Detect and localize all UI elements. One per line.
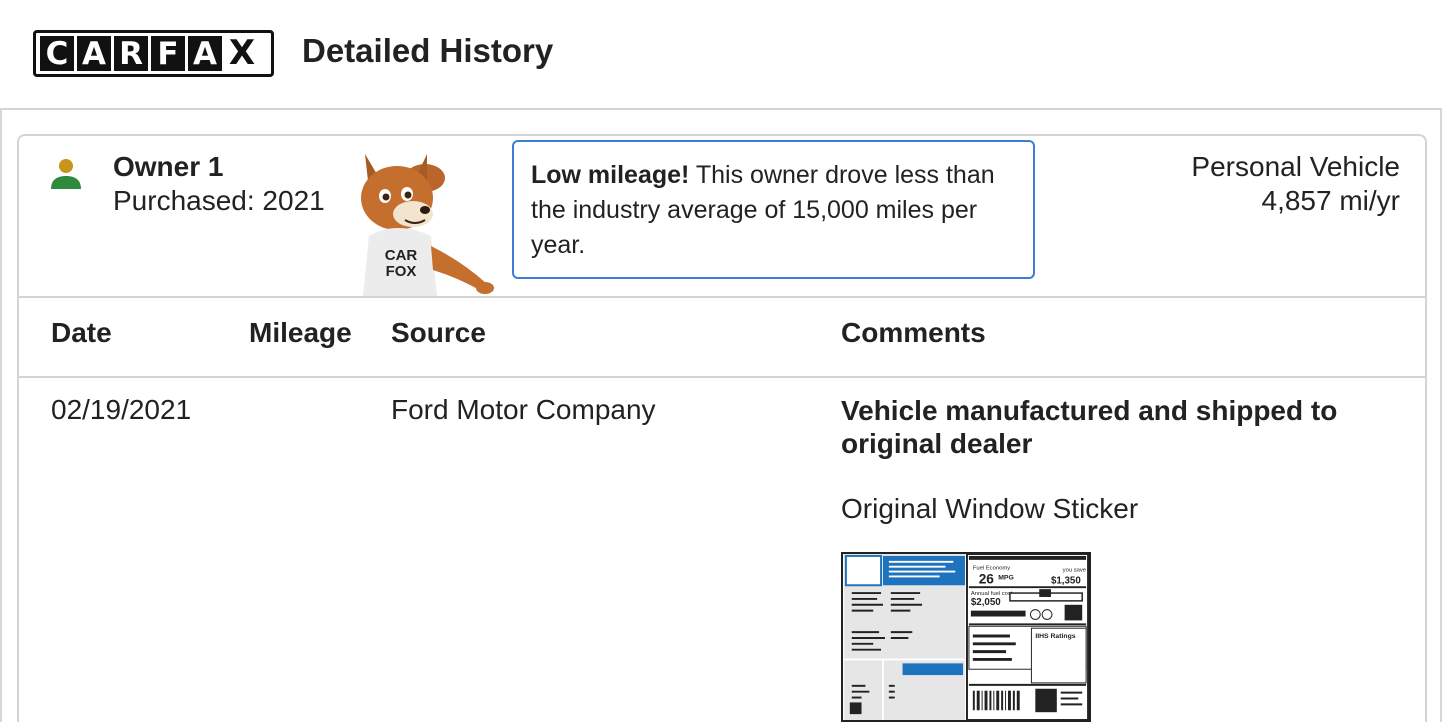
sticker-fuel-cost: $2,050 xyxy=(971,597,1001,608)
vehicle-type: Personal Vehicle xyxy=(1191,151,1400,182)
owner-purchased: Purchased: 2021 xyxy=(113,185,325,216)
table-header: Date Mileage Source Comments xyxy=(19,298,1425,378)
sticker-mpg: 26 xyxy=(979,571,995,586)
row-date: 02/19/2021 xyxy=(51,394,192,425)
sticker-save: $1,350 xyxy=(1051,575,1081,586)
logo-letter: A xyxy=(77,36,111,72)
sticker-mpg-unit: MPG xyxy=(998,574,1014,581)
sticker-save-label: you save xyxy=(1063,568,1086,574)
carfax-logo: C A R F A X xyxy=(33,30,274,77)
callout-headline: Low mileage! xyxy=(531,161,690,189)
row-comment-title: Vehicle manufactured and shipped to orig… xyxy=(841,395,1338,459)
carfox-mascot: CAR FOX xyxy=(361,154,494,296)
person-icon xyxy=(51,159,81,189)
column-header-comments[interactable]: Comments xyxy=(841,317,986,349)
window-sticker-thumbnail[interactable]: Fuel Economy 26 MPG you save $1,350 Annu… xyxy=(841,552,1091,722)
miles-per-year: 4,857 mi/yr xyxy=(1261,185,1401,216)
low-mileage-callout: Low mileage! This owner drove less than … xyxy=(512,140,1035,279)
svg-text:CAR: CAR xyxy=(385,247,418,264)
window-sticker-link[interactable]: Original Window Sticker xyxy=(841,493,1138,525)
column-header-date[interactable]: Date xyxy=(51,317,112,349)
column-header-mileage[interactable]: Mileage xyxy=(249,317,352,349)
sticker-ratings-label: IIHS Ratings xyxy=(1035,633,1075,640)
owner-name: Owner 1 xyxy=(113,151,224,182)
logo-letter: C xyxy=(40,36,74,72)
logo-letter: X xyxy=(225,33,259,73)
history-table: Date Mileage Source Comments 02/19/2021 … xyxy=(17,296,1427,722)
report-header: C A R F A X Detailed History xyxy=(0,0,1442,110)
logo-letter: A xyxy=(188,36,222,72)
logo-letter: F xyxy=(151,36,185,72)
svg-text:FOX: FOX xyxy=(386,263,417,280)
logo-letter: R xyxy=(114,36,148,72)
page-title: Detailed History xyxy=(302,32,554,69)
column-header-source[interactable]: Source xyxy=(391,317,486,349)
row-source: Ford Motor Company xyxy=(391,394,656,425)
